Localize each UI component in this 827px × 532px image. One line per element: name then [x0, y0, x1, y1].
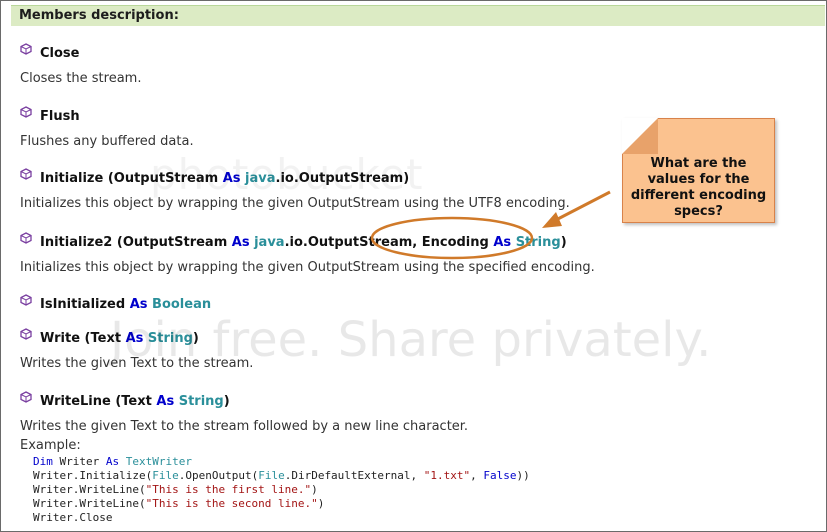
- callout-text: What are the values for the different en…: [630, 156, 767, 219]
- arrow-head: [542, 212, 562, 228]
- callout-note: What are the values for the different en…: [622, 118, 775, 223]
- highlight-ellipse: [370, 216, 534, 260]
- callout-arrow: [551, 190, 611, 224]
- annotation-overlay: [370, 190, 611, 260]
- callout-fold: [622, 118, 658, 154]
